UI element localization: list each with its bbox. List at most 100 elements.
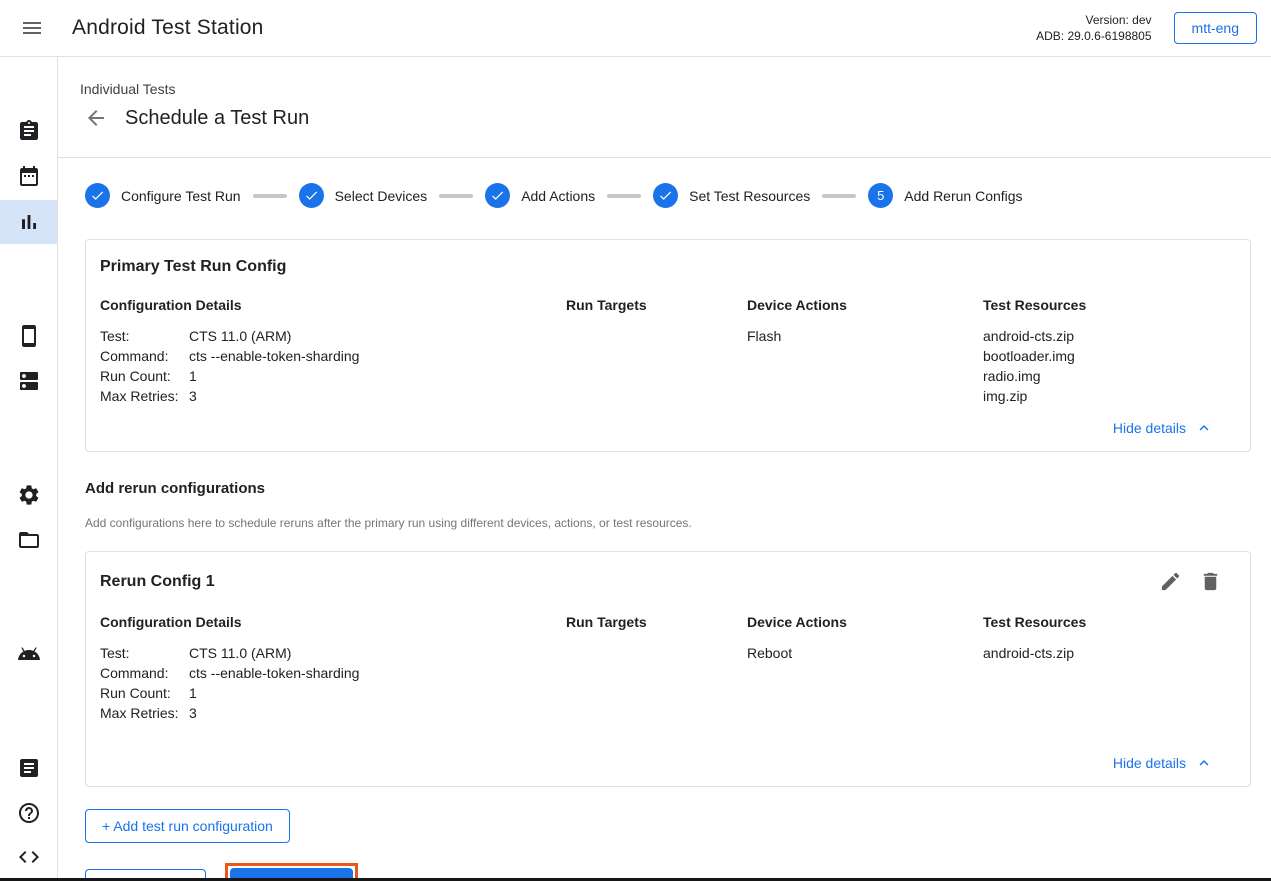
step-configure-test-run: Configure Test Run [85, 183, 241, 208]
device-actions-header: Device Actions [747, 297, 983, 313]
breadcrumb: Individual Tests [80, 81, 1271, 97]
test-resource-item: radio.img [983, 366, 1236, 386]
detail-row: Command: cts --enable-token-sharding [100, 346, 566, 366]
sidebar-nav [0, 57, 58, 881]
back-arrow-icon[interactable] [84, 106, 108, 130]
hide-details-toggle[interactable]: Hide details [100, 419, 1236, 437]
sidebar-item-hosts[interactable] [17, 369, 41, 393]
device-action-value: Reboot [747, 643, 983, 663]
detail-key: Command: [100, 663, 189, 683]
detail-key: Command: [100, 346, 189, 366]
sidebar-item-code[interactable] [17, 845, 41, 869]
step-3-completed-circle[interactable] [485, 183, 510, 208]
detail-key: Max Retries: [100, 386, 189, 406]
app-title: Android Test Station [72, 16, 264, 40]
sidebar-item-devices[interactable] [17, 324, 41, 348]
detail-row: Run Count: 1 [100, 366, 566, 386]
edit-icon[interactable] [1159, 570, 1182, 593]
sidebar-item-docs[interactable] [17, 756, 41, 780]
sidebar-item-test-suites[interactable] [17, 119, 41, 143]
delete-icon[interactable] [1199, 570, 1222, 593]
detail-value: 3 [189, 703, 197, 723]
chevron-up-icon [1195, 754, 1213, 772]
detail-value: 3 [189, 386, 197, 406]
settings-gear-icon [17, 483, 41, 507]
check-icon [90, 188, 105, 203]
hamburger-menu-icon[interactable] [20, 16, 44, 40]
test-resources-column: Test Resources android-cts.zip [983, 614, 1236, 741]
configuration-details-column: Configuration Details Test: CTS 11.0 (AR… [100, 614, 566, 741]
hide-details-toggle[interactable]: Hide details [100, 754, 1236, 772]
help-icon [17, 801, 41, 825]
account-button[interactable]: mtt-eng [1174, 12, 1257, 44]
step-4-label: Set Test Resources [689, 188, 810, 204]
run-targets-header: Run Targets [566, 297, 747, 313]
detail-key: Run Count: [100, 366, 189, 386]
sidebar-item-schedule[interactable] [17, 164, 41, 188]
step-2-completed-circle[interactable] [299, 183, 324, 208]
page-title: Schedule a Test Run [125, 107, 309, 130]
step-select-devices: Select Devices [299, 183, 428, 208]
article-icon [17, 756, 41, 780]
detail-row: Run Count: 1 [100, 683, 566, 703]
configuration-details-header: Configuration Details [100, 297, 566, 313]
test-resource-item: img.zip [983, 386, 1236, 406]
primary-test-run-config-card: Primary Test Run Config Configuration De… [85, 239, 1251, 452]
sidebar-item-help[interactable] [17, 801, 41, 825]
version-label: Version: dev [1085, 13, 1151, 27]
test-resource-item: android-cts.zip [983, 326, 1236, 346]
step-connector [439, 194, 473, 198]
detail-key: Test: [100, 326, 189, 346]
configuration-details-header: Configuration Details [100, 614, 566, 630]
run-targets-column: Run Targets [566, 614, 747, 741]
rerun-section-description: Add configurations here to schedule reru… [85, 516, 1251, 530]
device-actions-column: Device Actions Reboot [747, 614, 983, 741]
chevron-up-icon [1195, 419, 1213, 437]
detail-key: Run Count: [100, 683, 189, 703]
step-connector [253, 194, 287, 198]
rerun-config-card: Rerun Config 1 Configuration Details [85, 551, 1251, 787]
step-5-label: Add Rerun Configs [904, 188, 1022, 204]
detail-row: Test: CTS 11.0 (ARM) [100, 643, 566, 663]
detail-row: Max Retries: 3 [100, 703, 566, 723]
step-connector [822, 194, 856, 198]
rerun-card-title: Rerun Config 1 [100, 573, 215, 591]
device-actions-header: Device Actions [747, 614, 983, 630]
detail-key: Test: [100, 643, 189, 663]
top-app-bar: Android Test Station Version: dev ADB: 2… [0, 0, 1271, 57]
check-icon [490, 188, 505, 203]
step-1-label: Configure Test Run [121, 188, 241, 204]
detail-value: CTS 11.0 (ARM) [189, 643, 291, 663]
android-icon [17, 640, 41, 664]
page-header: Individual Tests Schedule a Test Run [58, 57, 1271, 158]
test-resources-header: Test Resources [983, 297, 1236, 313]
hide-details-label: Hide details [1113, 420, 1186, 436]
sidebar-item-file-browser[interactable] [17, 528, 41, 552]
code-icon [17, 845, 41, 869]
step-add-rerun-configs: 5 Add Rerun Configs [868, 183, 1022, 208]
configuration-details-column: Configuration Details Test: CTS 11.0 (AR… [100, 297, 566, 406]
stepper: Configure Test Run Select Devices Add Ac… [85, 183, 1251, 208]
bar-chart-icon [17, 210, 41, 234]
sidebar-item-android[interactable] [17, 640, 41, 664]
step-4-completed-circle[interactable] [653, 183, 678, 208]
step-connector [607, 194, 641, 198]
device-action-value: Flash [747, 326, 983, 346]
calendar-icon [17, 164, 41, 188]
primary-card-title: Primary Test Run Config [100, 258, 286, 276]
add-test-run-configuration-button[interactable]: + Add test run configuration [85, 809, 290, 843]
rerun-section-heading: Add rerun configurations [85, 480, 1251, 497]
test-resource-item: bootloader.img [983, 346, 1236, 366]
run-targets-header: Run Targets [566, 614, 747, 630]
sidebar-item-settings[interactable] [17, 483, 41, 507]
assignment-icon [17, 119, 41, 143]
detail-row: Max Retries: 3 [100, 386, 566, 406]
sidebar-item-test-runs[interactable] [17, 210, 41, 234]
detail-value: CTS 11.0 (ARM) [189, 326, 291, 346]
detail-value: cts --enable-token-sharding [189, 663, 359, 683]
check-icon [658, 188, 673, 203]
step-set-test-resources: Set Test Resources [653, 183, 810, 208]
step-5-number-circle[interactable]: 5 [868, 183, 893, 208]
step-1-completed-circle[interactable] [85, 183, 110, 208]
hide-details-label: Hide details [1113, 755, 1186, 771]
